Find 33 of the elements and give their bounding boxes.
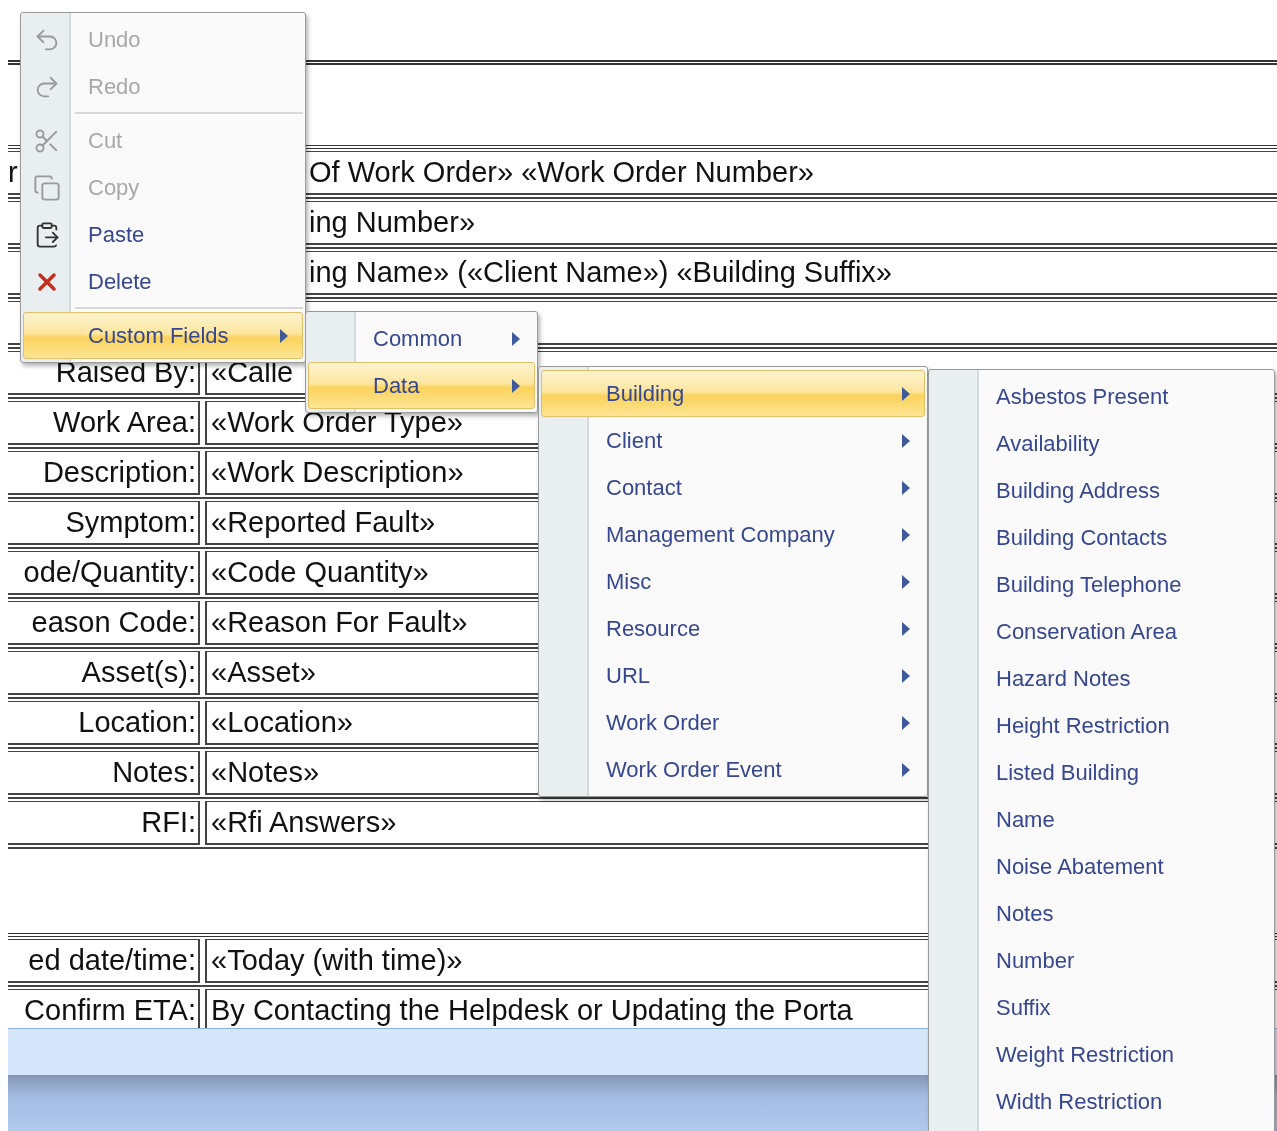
menu-item[interactable]: Work Order bbox=[541, 699, 925, 746]
field-label: Description: bbox=[8, 451, 200, 495]
submenu-arrow-icon bbox=[280, 328, 288, 343]
submenu-arrow-icon bbox=[512, 331, 520, 346]
menu-item[interactable]: Custom Fields bbox=[23, 312, 303, 359]
submenu-arrow-icon bbox=[902, 386, 910, 401]
field-label: Notes: bbox=[8, 751, 200, 795]
menu-item[interactable]: Weight Restriction bbox=[931, 1031, 1272, 1078]
submenu-arrow-icon bbox=[512, 378, 520, 393]
submenu-arrow-icon bbox=[902, 715, 910, 730]
submenu-arrow-icon bbox=[902, 574, 910, 589]
submenu-arrow-icon bbox=[902, 762, 910, 777]
field-label: eason Code: bbox=[8, 601, 200, 645]
menu-item[interactable]: Data bbox=[308, 362, 535, 409]
field-label: RFI: bbox=[8, 801, 200, 845]
menu-item[interactable]: Number bbox=[931, 937, 1272, 984]
menu-item[interactable]: Noise Abatement bbox=[931, 843, 1272, 890]
submenu-arrow-icon bbox=[902, 621, 910, 636]
submenu-arrow-icon bbox=[902, 480, 910, 495]
submenu-arrow-icon bbox=[902, 668, 910, 683]
menu-item[interactable]: Notes bbox=[931, 890, 1272, 937]
field-label: ed date/time: bbox=[8, 939, 200, 983]
menu-item[interactable]: Width Restriction bbox=[931, 1078, 1272, 1125]
menu-item[interactable]: Listed Building bbox=[931, 749, 1272, 796]
field-label: Symptom: bbox=[8, 501, 200, 545]
submenu-arrow-icon bbox=[902, 433, 910, 448]
field-label: Location: bbox=[8, 701, 200, 745]
field-label: Work Area: bbox=[8, 401, 200, 445]
submenu-arrow-icon bbox=[902, 527, 910, 542]
field-label: Asset(s): bbox=[8, 651, 200, 695]
copy-icon bbox=[33, 173, 61, 202]
field-label: ode/Quantity: bbox=[8, 551, 200, 595]
menu-item[interactable]: Building bbox=[541, 370, 925, 417]
